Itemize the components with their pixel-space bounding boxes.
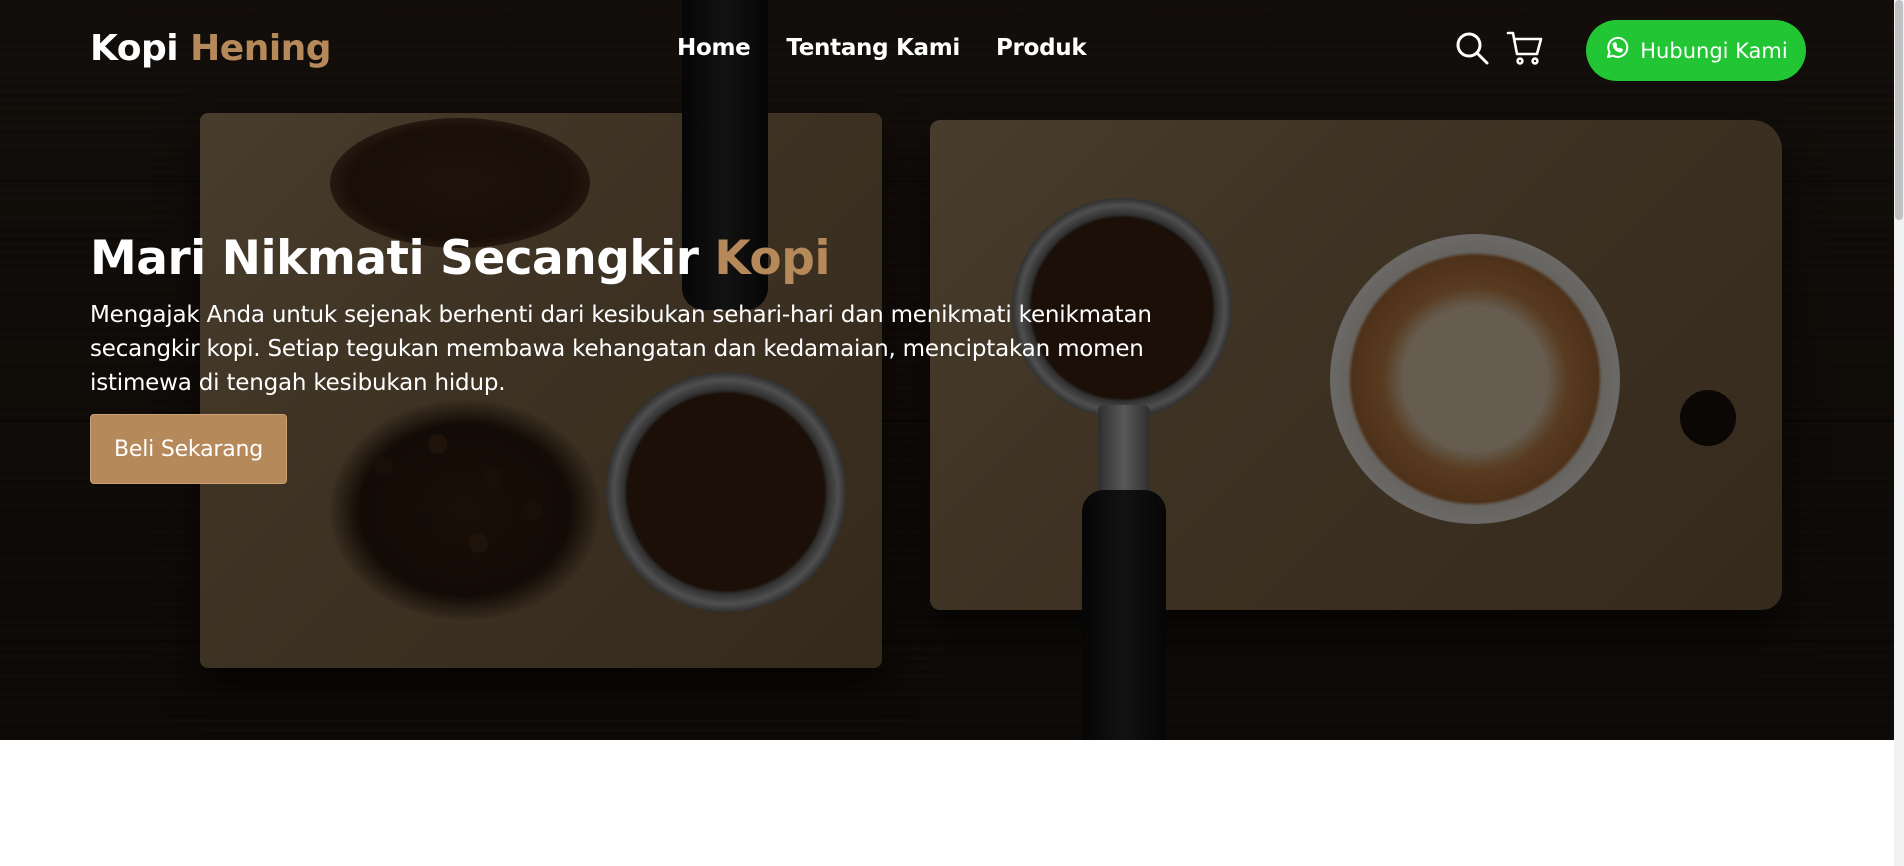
nav-link-tentang-kami[interactable]: Tentang Kami	[786, 35, 960, 61]
brand-name-second: Hening	[190, 28, 332, 69]
hero-title: Mari Nikmati Secangkir Kopi	[90, 228, 1260, 290]
hero-title-accent: Kopi	[714, 231, 830, 286]
contact-us-label: Hubungi Kami	[1640, 38, 1788, 63]
main-nav: Home Tentang Kami Produk	[677, 35, 1087, 61]
page-scrollbar[interactable]	[1894, 0, 1904, 866]
page: Kopi Hening Home Tentang Kami Produk Hub…	[0, 0, 1904, 866]
nav-link-produk[interactable]: Produk	[996, 35, 1087, 61]
brand-name-first: Kopi	[90, 28, 179, 69]
scrollbar-thumb[interactable]	[1895, 0, 1903, 220]
hero-description: Mengajak Anda untuk sejenak berhenti dar…	[90, 302, 1152, 396]
brand-logo[interactable]: Kopi Hening	[90, 28, 332, 69]
cart-icon[interactable]	[1506, 30, 1544, 66]
contact-us-button[interactable]: Hubungi Kami	[1586, 20, 1806, 81]
hero-content: Mari Nikmati Secangkir Kopi Mengajak And…	[90, 228, 1260, 484]
hero-title-main: Mari Nikmati Secangkir	[90, 231, 699, 286]
buy-now-button[interactable]: Beli Sekarang	[90, 414, 287, 484]
navbar: Kopi Hening Home Tentang Kami Produk Hub…	[0, 0, 1894, 100]
search-icon[interactable]	[1454, 30, 1490, 66]
nav-link-home[interactable]: Home	[677, 35, 751, 61]
whatsapp-icon	[1604, 35, 1630, 66]
